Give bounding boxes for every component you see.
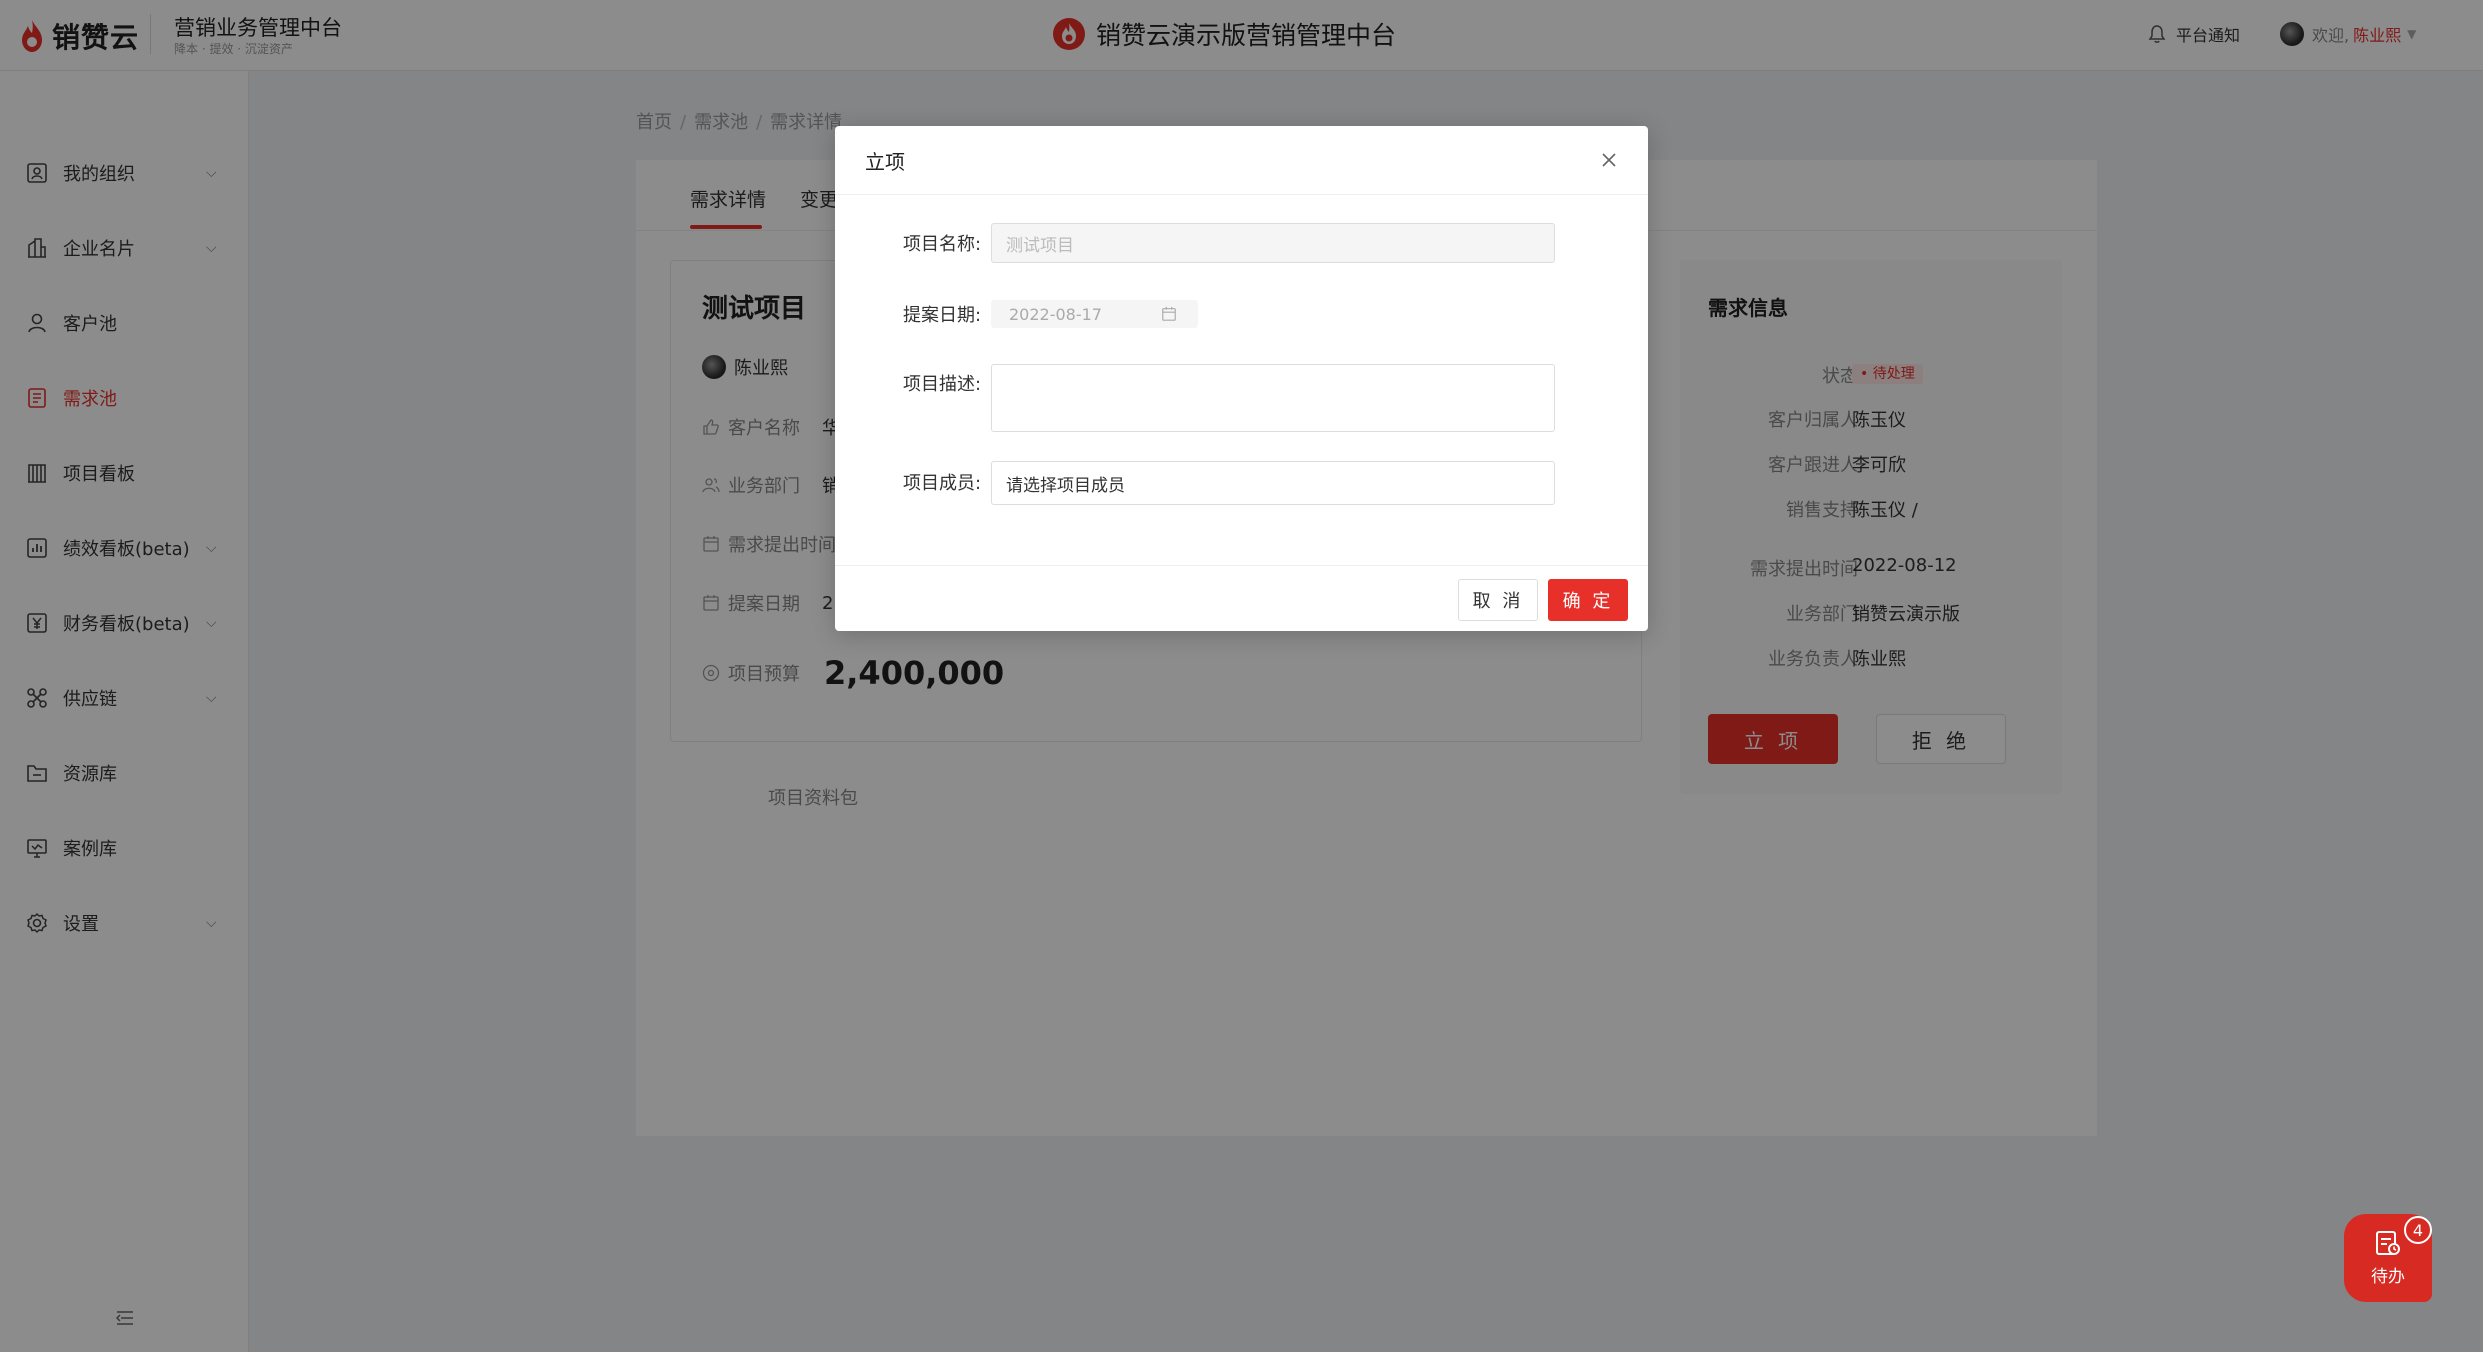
todo-label: 待办 (2371, 1266, 2405, 1287)
calendar-icon (1162, 306, 1176, 321)
project-desc-textarea[interactable] (991, 364, 1555, 432)
approve-project-modal: 立项 项目名称: 测试项目 提案日期: 2022-08-17 项目描述: 项目成… (835, 126, 1648, 631)
project-desc-label: 项目描述: (903, 374, 982, 395)
project-name-label: 项目名称: (903, 234, 982, 255)
cancel-button[interactable]: 取 消 (1458, 579, 1538, 621)
project-member-placeholder: 请选择项目成员 (1006, 475, 1125, 496)
modal-title: 立项 (865, 150, 905, 174)
project-member-label: 项目成员: (903, 473, 982, 494)
proposal-date-label: 提案日期: (903, 305, 982, 326)
confirm-button[interactable]: 确 定 (1548, 579, 1628, 621)
modal-footer-divider (835, 565, 1648, 566)
project-name-input: 测试项目 (991, 223, 1555, 263)
todo-icon (2376, 1230, 2400, 1255)
close-icon[interactable] (1597, 148, 1621, 172)
project-member-select[interactable]: 请选择项目成员 (991, 461, 1555, 505)
todo-count-badge: 4 (2404, 1216, 2432, 1244)
modal-header: 立项 (835, 126, 1648, 195)
proposal-date-value: 2022-08-17 (1009, 304, 1102, 324)
proposal-date-picker: 2022-08-17 (991, 300, 1198, 328)
